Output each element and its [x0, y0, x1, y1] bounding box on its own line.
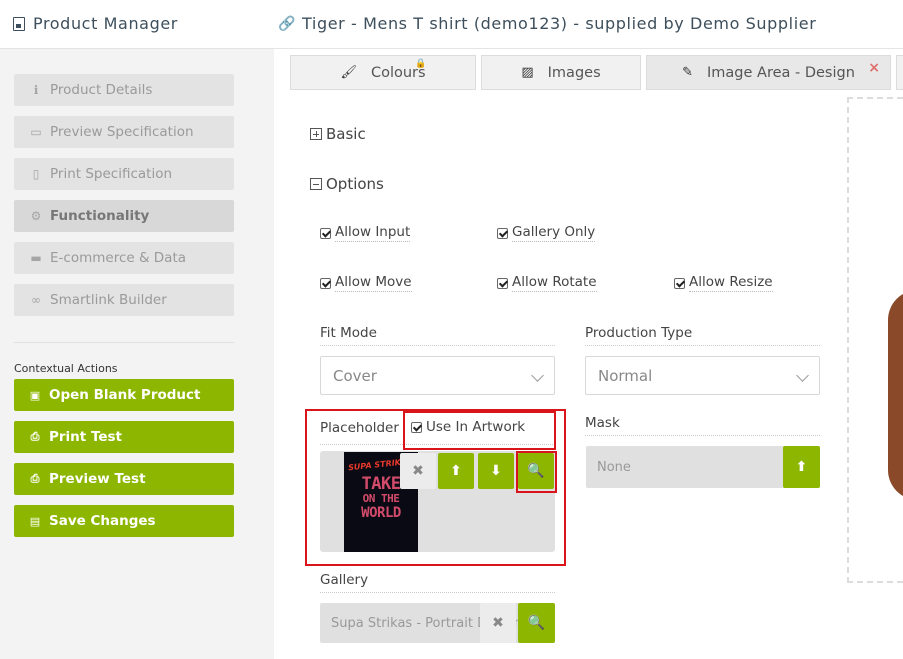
sidebar-item-functionality[interactable]: ⚙ Functionality	[14, 200, 234, 232]
checkbox-checked[interactable]	[320, 227, 331, 239]
credit-card-icon: ▬	[30, 251, 42, 265]
tab-label: Image Area - Design	[707, 64, 855, 81]
section-options-label: Options	[326, 175, 384, 193]
checkbox-label: Allow Resize	[689, 274, 773, 292]
production-type-select[interactable]: Normal	[585, 356, 820, 395]
search-icon: 🔍	[527, 615, 546, 631]
chevron-down-icon	[796, 369, 809, 382]
minus-square-icon	[310, 178, 322, 190]
fit-mode-label: Fit Mode	[320, 325, 555, 346]
sidebar-item-label: Functionality	[50, 208, 150, 224]
tab-images[interactable]: ▨ Images	[481, 55, 641, 90]
close-icon: ✖	[492, 615, 504, 631]
production-type-value: Normal	[598, 366, 653, 385]
print-test-button[interactable]: ⎙ Print Test	[14, 421, 234, 453]
button-label: Print Test	[49, 429, 123, 445]
checkbox-checked[interactable]	[320, 277, 331, 289]
sidebar-item-smartlink-builder[interactable]: ∞ Smartlink Builder	[14, 284, 234, 316]
sidebar-item-preview-specification[interactable]: ▭ Preview Specification	[14, 116, 234, 148]
section-basic-toggle[interactable]: Basic	[310, 125, 366, 143]
checkbox-label: Allow Move	[335, 274, 412, 292]
button-label: Save Changes	[49, 513, 156, 529]
file-icon	[13, 16, 25, 31]
edit-icon: ✎	[682, 65, 693, 80]
tab-image-area-design[interactable]: ✎ Image Area - Design ×	[646, 55, 891, 90]
section-basic-label: Basic	[326, 125, 366, 143]
product-preview-image	[888, 290, 903, 500]
tab-overflow[interactable]	[896, 55, 903, 90]
checkbox-checked[interactable]	[674, 277, 685, 289]
sidebar-item-label: Preview Specification	[50, 124, 194, 140]
mask-input[interactable]: None	[586, 446, 784, 488]
checkbox-label: Gallery Only	[512, 224, 596, 242]
sidebar-item-ecommerce-data[interactable]: ▬ E-commerce & Data	[14, 242, 234, 274]
open-blank-product-button[interactable]: ▣ Open Blank Product	[14, 379, 234, 411]
sidebar-item-print-specification[interactable]: ▯ Print Specification	[14, 158, 234, 190]
allow-input-checkbox[interactable]: Allow Input	[320, 224, 411, 242]
app-title-text: Product Manager	[33, 14, 178, 33]
sidebar-item-label: Smartlink Builder	[50, 292, 167, 308]
checkbox-label: Allow Input	[335, 224, 411, 242]
mask-value: None	[597, 459, 631, 475]
sidebar-item-label: Product Details	[50, 82, 153, 98]
tab-colours[interactable]: 🖌 Colours 🔒	[290, 55, 476, 90]
sidebar-item-label: E-commerce & Data	[50, 250, 187, 266]
chevron-down-icon	[531, 369, 544, 382]
image-icon: ▨	[521, 65, 534, 80]
highlight-use-in-artwork	[403, 411, 556, 450]
floppy-disk-icon: ▤	[29, 514, 41, 528]
fit-mode-select[interactable]: Cover	[320, 356, 555, 395]
allow-rotate-checkbox[interactable]: Allow Rotate	[497, 274, 597, 292]
allow-move-checkbox[interactable]: Allow Move	[320, 274, 412, 292]
pdf-file-icon: ▯	[32, 167, 40, 181]
sidebar-divider	[14, 342, 234, 343]
product-title: 🔗 Tiger - Mens T shirt (demo123) - suppl…	[278, 14, 816, 33]
contextual-actions-label: Contextual Actions	[14, 362, 118, 375]
plus-square-icon	[310, 128, 322, 140]
upload-mask-button[interactable]: ⬆	[783, 446, 820, 488]
mask-label: Mask	[585, 415, 820, 436]
upload-icon: ⬆	[795, 459, 808, 475]
checkbox-label: Allow Rotate	[512, 274, 597, 292]
sidebar-item-label: Print Specification	[50, 166, 173, 182]
button-label: Open Blank Product	[49, 387, 201, 403]
app-title: Product Manager	[13, 14, 178, 33]
allow-resize-checkbox[interactable]: Allow Resize	[674, 274, 773, 292]
highlight-search-button	[516, 451, 557, 493]
clear-gallery-button[interactable]: ✖	[480, 603, 516, 643]
gallery-label: Gallery	[320, 572, 555, 593]
section-options-toggle[interactable]: Options	[310, 175, 384, 193]
monitor-icon: ▭	[30, 125, 42, 139]
production-type-label: Production Type	[585, 325, 820, 346]
lock-icon: 🔒	[415, 59, 427, 69]
info-icon: ℹ	[33, 83, 39, 97]
checkbox-checked[interactable]	[497, 277, 508, 289]
preview-test-button[interactable]: ⎙ Preview Test	[14, 463, 234, 495]
tab-label: Images	[547, 64, 601, 81]
close-icon[interactable]: ×	[868, 60, 880, 76]
printer-icon: ⎙	[30, 430, 40, 443]
save-changes-button[interactable]: ▤ Save Changes	[14, 505, 234, 537]
link-icon: ∞	[31, 293, 41, 307]
play-square-icon: ▣	[29, 388, 41, 402]
gallery-only-checkbox[interactable]: Gallery Only	[497, 224, 596, 242]
brush-icon: 🖌	[340, 65, 357, 80]
top-bar: Product Manager 🔗 Tiger - Mens T shirt (…	[0, 0, 903, 49]
fit-mode-value: Cover	[333, 366, 377, 385]
sidebar-item-product-details[interactable]: ℹ Product Details	[14, 74, 234, 106]
printer-icon: ⎙	[30, 472, 40, 485]
link-icon: 🔗	[278, 15, 297, 32]
button-label: Preview Test	[49, 471, 146, 487]
cogs-icon: ⚙	[30, 209, 42, 223]
checkbox-checked[interactable]	[497, 227, 508, 239]
product-title-text: Tiger - Mens T shirt (demo123) - supplie…	[302, 14, 817, 33]
search-gallery-button[interactable]: 🔍	[518, 603, 555, 643]
